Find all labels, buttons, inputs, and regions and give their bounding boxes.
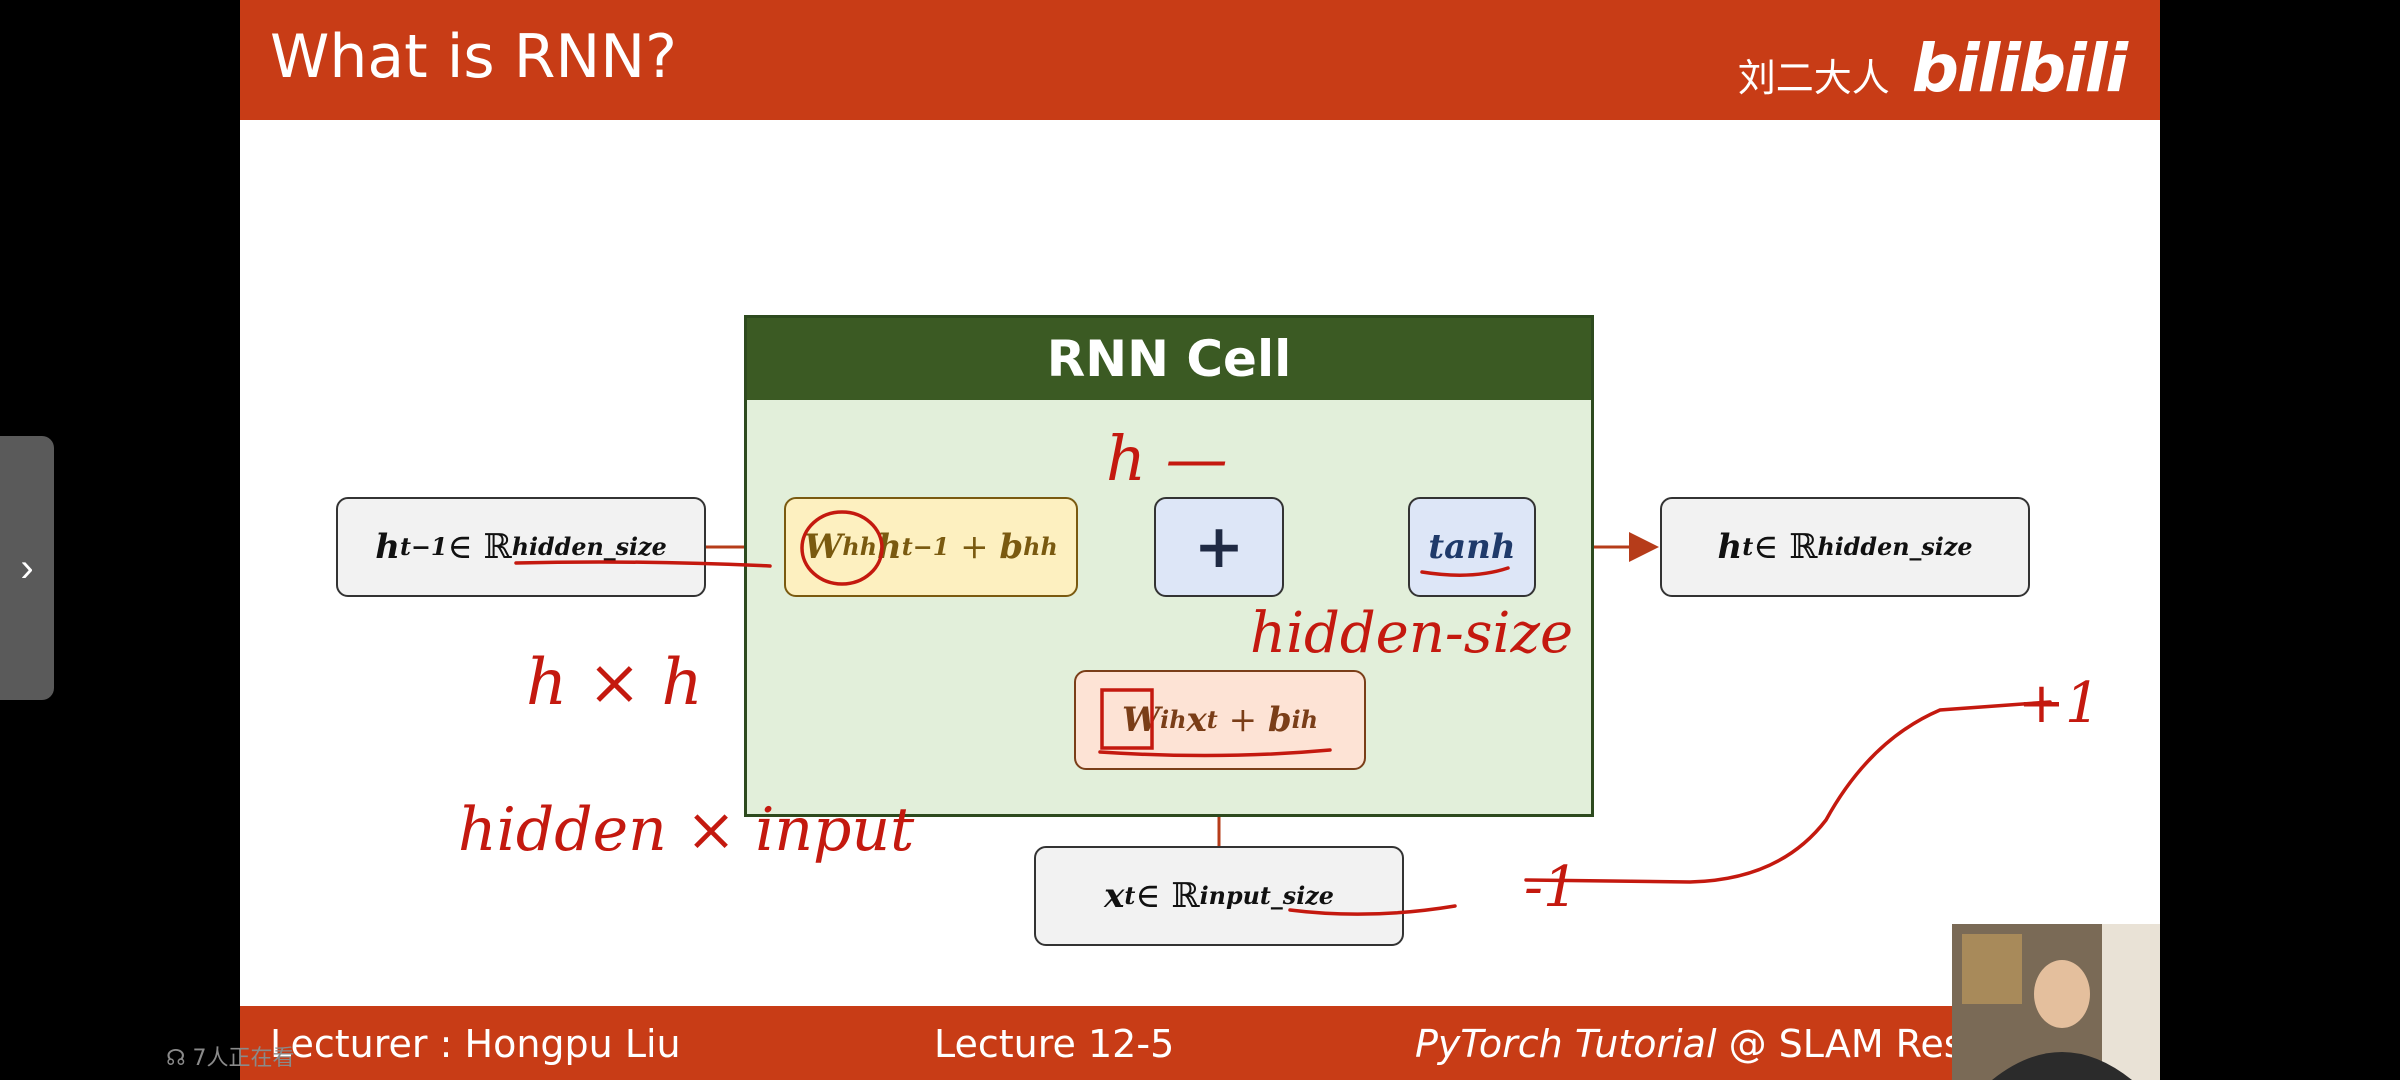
ink-label-hidden-x-input: hidden × input — [458, 795, 915, 865]
ink-label-plus-one: +1 — [2018, 671, 2101, 736]
footer-tutorial: PyTorch Tutorial — [1415, 1022, 1717, 1066]
ink-underline-input-size — [1288, 904, 1457, 916]
ink-label-hidden-size: hidden-size — [1250, 601, 1573, 666]
ink-underline-wih — [1098, 748, 1332, 758]
viewers-icon: ☊ — [166, 1046, 193, 1071]
footer-course: PyTorch Tutorial @ SLAM Resea — [1415, 1022, 2010, 1066]
ink-box-wih — [1100, 688, 1154, 750]
slide: What is RNN? 刘二大人 bilibili RNN Cell h t−1… — [240, 0, 2160, 1080]
ink-underline-hidden-size — [514, 560, 772, 568]
ink-circle-whh — [800, 510, 884, 586]
viewer-count-text: 7人正在看 — [192, 1046, 295, 1071]
footer-lecture-number: Lecture 12-5 — [934, 1022, 1175, 1066]
side-panel-toggle-button[interactable]: › — [0, 436, 54, 700]
chevron-right-icon: › — [20, 545, 34, 590]
ink-label-h-x-h: h × h — [526, 646, 703, 720]
presenter-silhouette — [1952, 924, 2160, 1080]
presenter-webcam — [1952, 924, 2160, 1080]
handwritten-ink-layer: h — hidden-size h × h hidden × input +1 … — [458, 422, 2101, 920]
ink-tanh-curve — [1524, 700, 2052, 884]
ink-underline-tanh — [1420, 566, 1510, 577]
ink-label-minus-one: -1 — [1524, 855, 1579, 920]
footer-lecturer: Lecturer : Hongpu Liu — [270, 1022, 681, 1066]
footer-bar: Lecturer : Hongpu Liu Lecture 12-5 PyTor… — [240, 1006, 2160, 1080]
viewer-count: ☊ 7人正在看 — [166, 1040, 295, 1072]
ink-label-h-dash: h — — [1106, 422, 1228, 495]
